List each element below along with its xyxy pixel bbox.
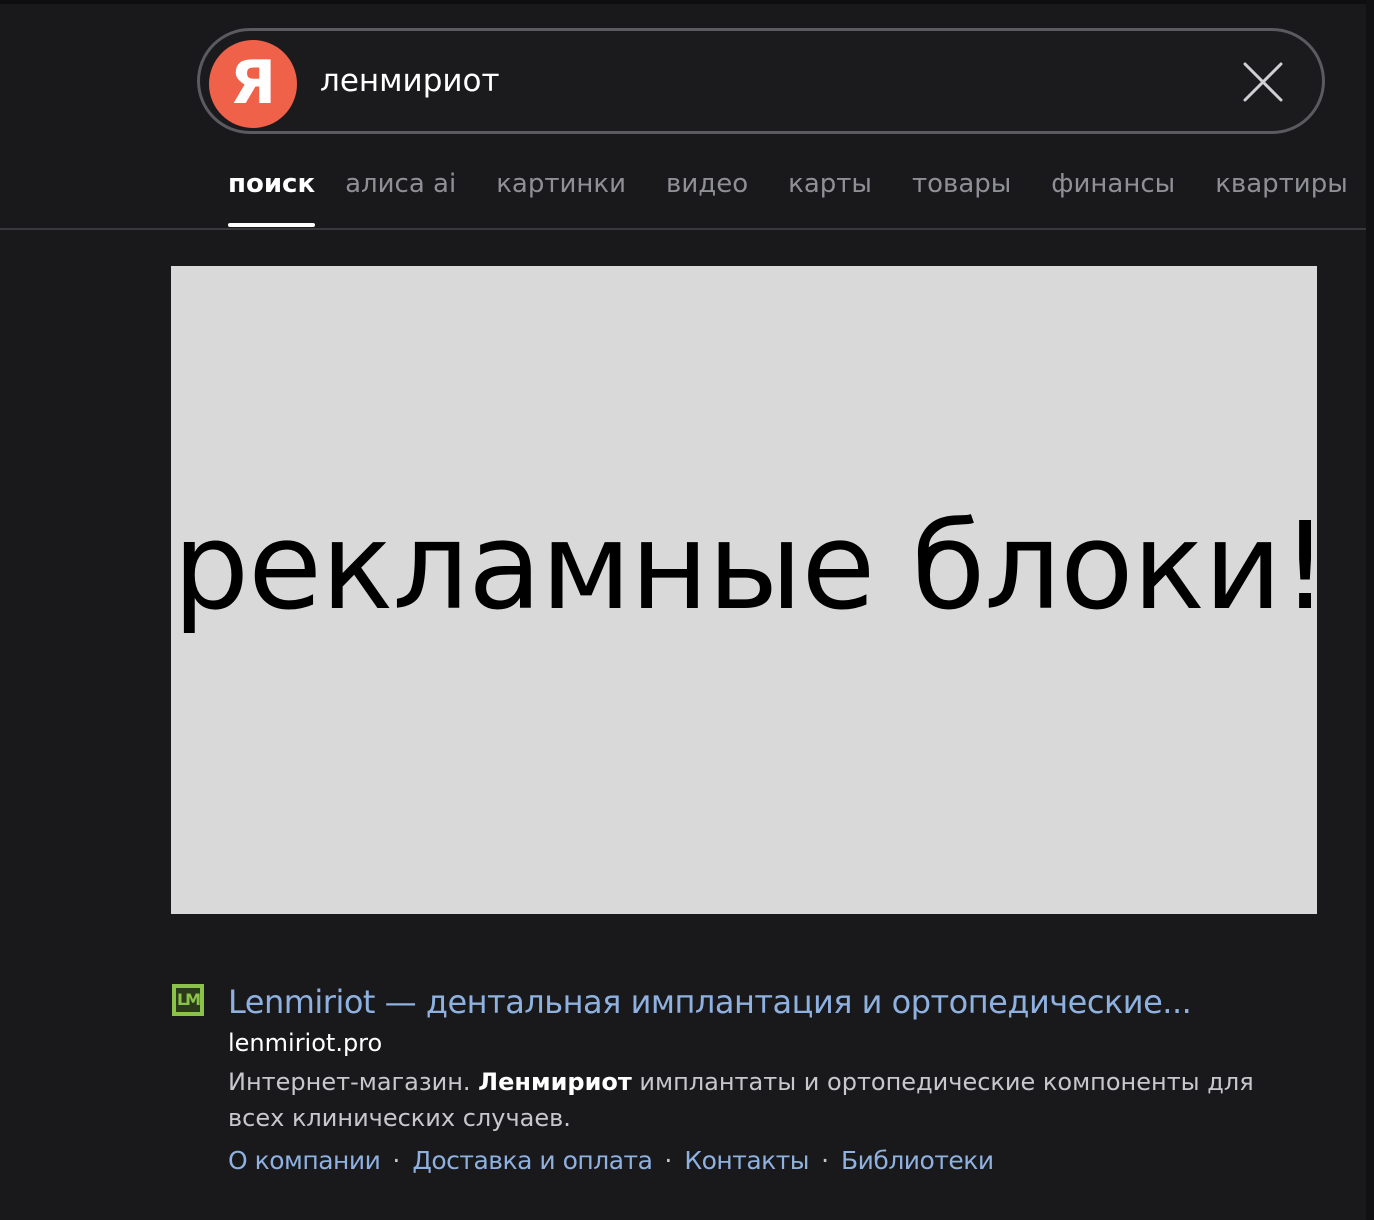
tab-maps[interactable]: карты [788, 163, 872, 227]
tab-images[interactable]: картинки [496, 163, 626, 227]
snippet-text-start: Интернет-магазин. [228, 1068, 479, 1096]
logo-letter: Я [229, 48, 277, 118]
clear-search-button[interactable] [1242, 61, 1284, 103]
tab-video[interactable]: видео [666, 163, 748, 227]
ad-text: рекламные блоки! [173, 498, 1317, 637]
favicon-letters: LM [176, 988, 201, 1012]
search-input[interactable] [320, 59, 1220, 103]
sitelink-separator: · [392, 1146, 401, 1175]
tab-label: картинки [496, 169, 627, 199]
window-top-edge [0, 0, 1374, 4]
sitelinks: О компании · Доставка и оплата · Контакт… [228, 1142, 994, 1180]
tab-alice-ai[interactable]: алиса ai [345, 163, 456, 227]
tab-label: поиск [228, 169, 316, 199]
tab-label: квартиры [1215, 169, 1348, 199]
result-url[interactable]: lenmiriot.pro [228, 1026, 382, 1060]
sitelink-contacts[interactable]: Контакты [684, 1142, 809, 1180]
tab-label: карты [788, 169, 872, 199]
tab-products[interactable]: товары [912, 163, 1011, 227]
tab-label: алиса ai [345, 169, 457, 199]
tab-search[interactable]: поиск [228, 163, 316, 227]
sitelink-libraries[interactable]: Библиотеки [841, 1142, 994, 1180]
sitelink-delivery[interactable]: Доставка и оплата [412, 1142, 653, 1180]
tab-apartments[interactable]: квартиры [1215, 163, 1348, 227]
sitelink-separator: · [821, 1146, 830, 1175]
tab-label: товары [911, 169, 1012, 199]
tab-label: видео [666, 169, 749, 199]
result-snippet: Интернет-магазин. Ленмириот имплантаты и… [228, 1064, 1288, 1136]
search-results-page: Я поиск алиса ai картинки видео карты то [0, 0, 1374, 1220]
site-favicon-icon[interactable]: LM [172, 984, 204, 1016]
yandex-logo-icon[interactable]: Я [209, 40, 297, 128]
tabs-divider [0, 228, 1366, 230]
active-tab-indicator [228, 223, 316, 227]
ad-block[interactable]: рекламные блоки! [171, 266, 1317, 914]
sitelink-separator: · [664, 1146, 673, 1175]
search-bar: Я [197, 28, 1325, 134]
snippet-highlight: Ленмириот [478, 1068, 632, 1096]
sitelink-about[interactable]: О компании [228, 1142, 381, 1180]
tab-finance[interactable]: финансы [1051, 163, 1175, 227]
search-tabs: поиск алиса ai картинки видео карты това… [228, 163, 1374, 229]
result-title-link[interactable]: Lenmiriot — дентальная имплантация и орт… [228, 980, 1228, 1024]
close-icon [1243, 62, 1283, 102]
tab-label: финансы [1051, 169, 1176, 199]
